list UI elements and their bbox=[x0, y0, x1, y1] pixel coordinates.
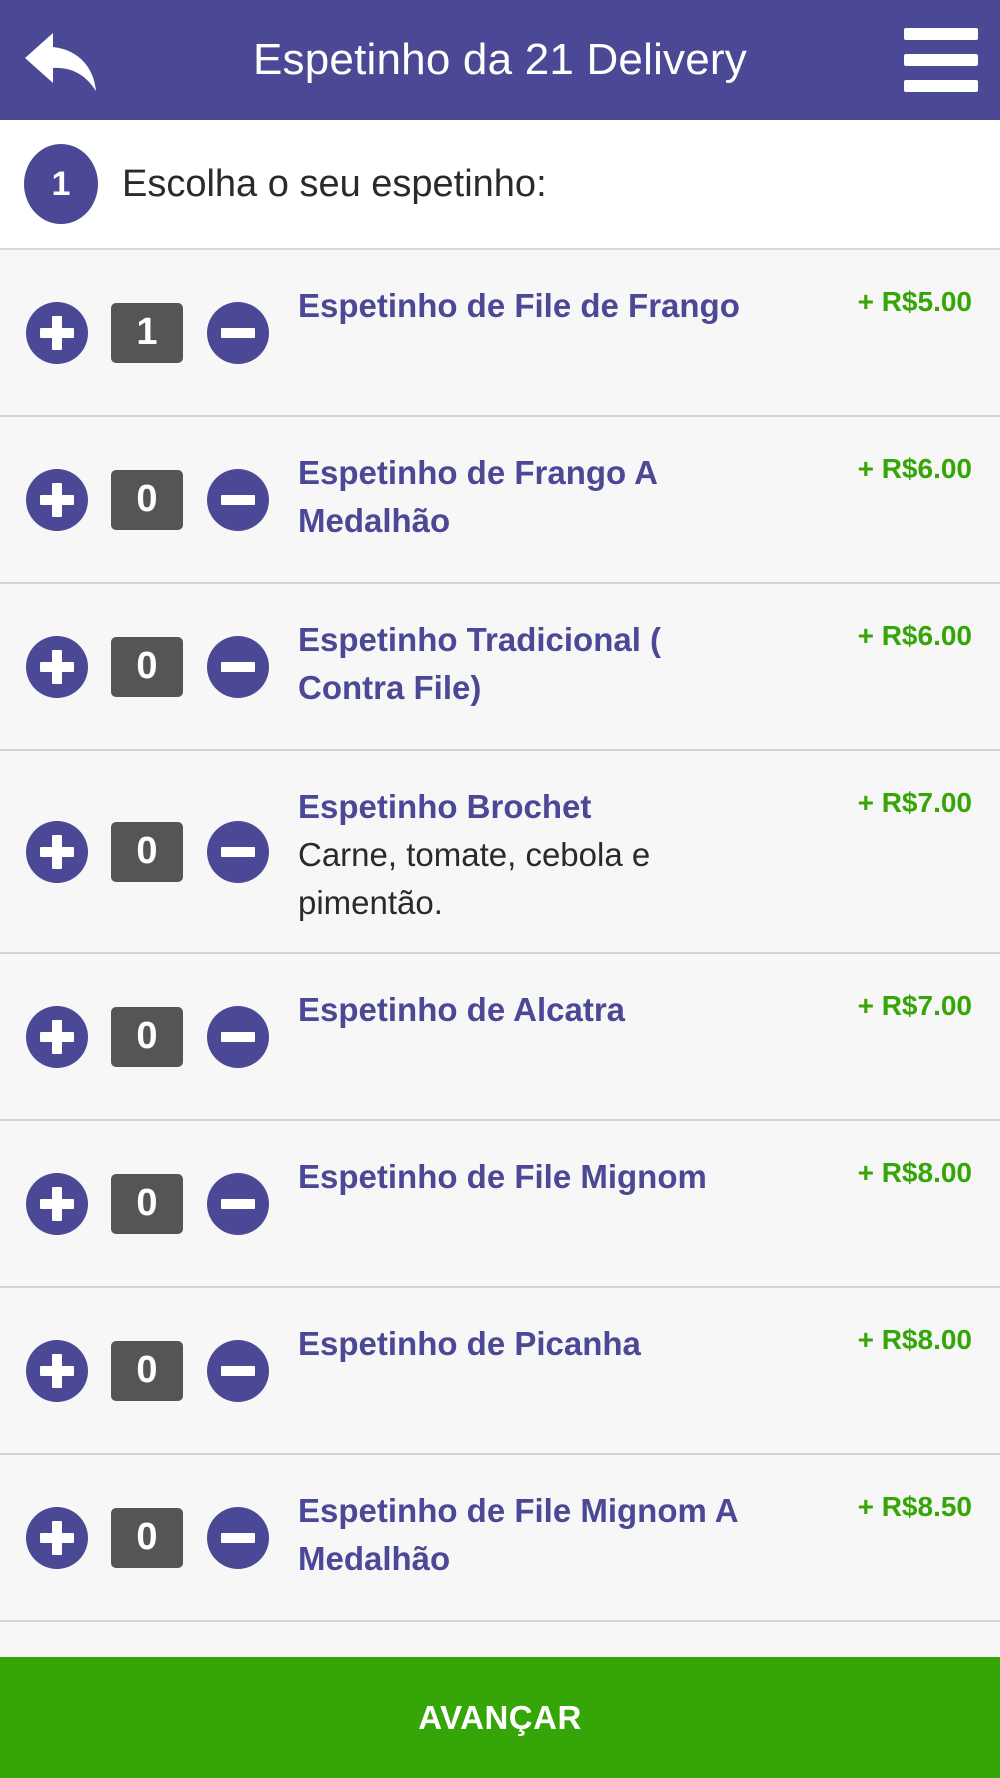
list-item: 0 Espetinho de Alcatra + R$7.00 bbox=[0, 954, 1000, 1121]
item-name: Espetinho Brochet bbox=[298, 788, 592, 825]
item-info: Espetinho de Alcatra bbox=[298, 986, 768, 1034]
item-info: Espetinho Brochet Carne, tomate, cebola … bbox=[298, 783, 768, 927]
minus-icon bbox=[221, 661, 255, 672]
increment-button[interactable] bbox=[26, 820, 88, 883]
item-name: Espetinho Tradicional ( Contra File) bbox=[298, 621, 662, 706]
item-name: Espetinho de File Mignom bbox=[298, 1158, 707, 1195]
minus-icon bbox=[221, 1365, 255, 1376]
decrement-button[interactable] bbox=[207, 1339, 269, 1402]
quantity-controls: 0 bbox=[26, 468, 269, 531]
list-item: 0 Espetinho Tradicional ( Contra File) +… bbox=[0, 584, 1000, 751]
item-price: + R$8.00 bbox=[857, 1157, 972, 1188]
minus-icon bbox=[221, 327, 255, 338]
item-price: + R$6.00 bbox=[857, 620, 972, 651]
item-info: Espetinho de File Mignom bbox=[298, 1153, 768, 1201]
plus-icon-vertical bbox=[52, 1353, 62, 1388]
quantity-value: 0 bbox=[111, 1006, 183, 1067]
step-header: 1 Escolha o seu espetinho: bbox=[0, 120, 1000, 250]
item-name: Espetinho de Frango A Medalhão bbox=[298, 454, 657, 539]
plus-icon-vertical bbox=[52, 1186, 62, 1221]
quantity-controls: 0 bbox=[26, 1339, 269, 1402]
list-item: 0 Espetinho de File Mignom A Medalhão + … bbox=[0, 1455, 1000, 1622]
decrement-button[interactable] bbox=[207, 820, 269, 883]
list-item: 1 Espetinho de File de Frango + R$5.00 bbox=[0, 250, 1000, 417]
decrement-button[interactable] bbox=[207, 468, 269, 531]
item-price: + R$7.00 bbox=[857, 787, 972, 818]
minus-icon bbox=[221, 1532, 255, 1543]
back-button[interactable] bbox=[18, 22, 104, 102]
plus-icon-vertical bbox=[52, 315, 62, 350]
item-info: Espetinho Tradicional ( Contra File) bbox=[298, 616, 768, 712]
item-price: + R$8.00 bbox=[857, 1324, 972, 1355]
step-label: Escolha o seu espetinho: bbox=[122, 162, 547, 205]
increment-button[interactable] bbox=[26, 1172, 88, 1235]
increment-button[interactable] bbox=[26, 635, 88, 698]
plus-icon-vertical bbox=[52, 482, 62, 517]
decrement-button[interactable] bbox=[207, 1172, 269, 1235]
decrement-button[interactable] bbox=[207, 1506, 269, 1569]
list-item: 0 Espetinho de Frango A Medalhão + R$6.0… bbox=[0, 417, 1000, 584]
reply-arrow-icon bbox=[25, 33, 96, 91]
item-price: + R$7.00 bbox=[857, 990, 972, 1021]
list-item: 0 Espetinho de Picanha + R$8.00 bbox=[0, 1288, 1000, 1455]
advance-button[interactable]: AVANÇAR bbox=[0, 1657, 1000, 1778]
plus-icon-vertical bbox=[52, 1019, 62, 1054]
quantity-controls: 0 bbox=[26, 635, 269, 698]
app-screen: Espetinho da 21 Delivery 1 Escolha o seu… bbox=[0, 0, 1000, 1778]
minus-icon bbox=[221, 1198, 255, 1209]
increment-button[interactable] bbox=[26, 1005, 88, 1068]
increment-button[interactable] bbox=[26, 1506, 88, 1569]
quantity-value: 1 bbox=[111, 302, 183, 363]
hamburger-menu-icon-bar bbox=[904, 80, 978, 92]
item-name: Espetinho de Picanha bbox=[298, 1325, 641, 1362]
product-list: 1 Espetinho de File de Frango + R$5.00 0… bbox=[0, 250, 1000, 1622]
item-name: Espetinho de File Mignom A Medalhão bbox=[298, 1492, 738, 1577]
list-item: 0 Espetinho de File Mignom + R$8.00 bbox=[0, 1121, 1000, 1288]
quantity-value: 0 bbox=[111, 821, 183, 882]
item-info: Espetinho de Picanha bbox=[298, 1320, 768, 1368]
top-bar: Espetinho da 21 Delivery bbox=[0, 0, 1000, 120]
increment-button[interactable] bbox=[26, 1339, 88, 1402]
item-description: Carne, tomate, cebola e pimentão. bbox=[298, 836, 651, 921]
item-info: Espetinho de File de Frango bbox=[298, 282, 768, 330]
list-item: 0 Espetinho Brochet Carne, tomate, cebol… bbox=[0, 751, 1000, 954]
plus-icon-vertical bbox=[52, 1520, 62, 1555]
quantity-value: 0 bbox=[111, 469, 183, 530]
plus-icon-vertical bbox=[52, 834, 62, 869]
quantity-value: 0 bbox=[111, 636, 183, 697]
minus-icon bbox=[221, 1031, 255, 1042]
page-title: Espetinho da 21 Delivery bbox=[253, 35, 747, 84]
quantity-controls: 1 bbox=[26, 301, 269, 364]
quantity-value: 0 bbox=[111, 1173, 183, 1234]
quantity-value: 0 bbox=[111, 1340, 183, 1401]
item-name: Espetinho de Alcatra bbox=[298, 991, 626, 1028]
item-price: + R$8.50 bbox=[857, 1491, 972, 1522]
increment-button[interactable] bbox=[26, 468, 88, 531]
item-price: + R$5.00 bbox=[857, 286, 972, 317]
hamburger-menu-icon-bar bbox=[904, 54, 978, 66]
decrement-button[interactable] bbox=[207, 635, 269, 698]
item-info: Espetinho de Frango A Medalhão bbox=[298, 449, 768, 545]
minus-icon bbox=[221, 846, 255, 857]
item-info: Espetinho de File Mignom A Medalhão bbox=[298, 1487, 768, 1583]
quantity-controls: 0 bbox=[26, 1005, 269, 1068]
step-number-badge: 1 bbox=[24, 144, 98, 224]
minus-icon bbox=[221, 494, 255, 505]
quantity-controls: 0 bbox=[26, 1506, 269, 1569]
decrement-button[interactable] bbox=[207, 1005, 269, 1068]
item-price: + R$6.00 bbox=[857, 453, 972, 484]
quantity-value: 0 bbox=[111, 1507, 183, 1568]
item-name: Espetinho de File de Frango bbox=[298, 287, 740, 324]
increment-button[interactable] bbox=[26, 301, 88, 364]
decrement-button[interactable] bbox=[207, 301, 269, 364]
plus-icon-vertical bbox=[52, 649, 62, 684]
menu-button[interactable] bbox=[904, 28, 978, 92]
hamburger-menu-icon bbox=[904, 28, 978, 40]
quantity-controls: 0 bbox=[26, 820, 269, 883]
quantity-controls: 0 bbox=[26, 1172, 269, 1235]
